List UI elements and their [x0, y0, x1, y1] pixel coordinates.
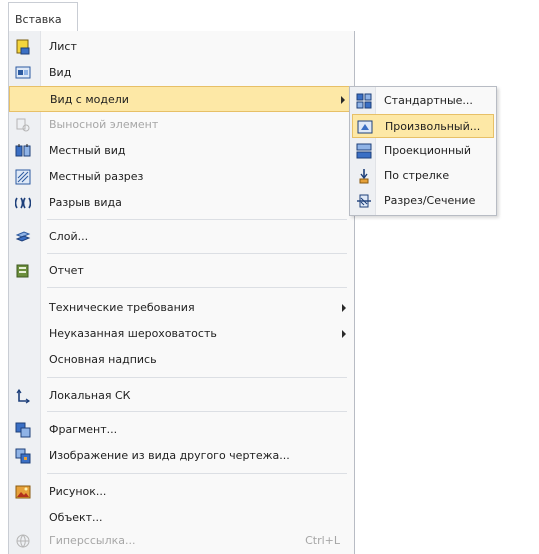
menu-item-view[interactable]: Вид	[9, 60, 354, 86]
submenu-item-label: Стандартные...	[384, 94, 473, 107]
image-from-view-icon	[15, 448, 31, 464]
local-section-icon	[15, 169, 31, 185]
section-view-icon	[356, 193, 372, 209]
view-break-icon	[15, 195, 31, 211]
arrow-view-icon	[356, 168, 372, 184]
menu-item-label: Неуказанная шероховатость	[49, 327, 217, 340]
menu-item-hyperlink[interactable]: Гиперссылка... Ctrl+L	[9, 528, 354, 554]
local-cs-icon	[15, 388, 31, 404]
menu-separator	[47, 377, 347, 378]
menu-item-label: Объект...	[49, 511, 103, 524]
menu-tab-insert[interactable]: Вставка	[8, 2, 78, 32]
submenu-item-projection[interactable]: Проекционный	[352, 139, 494, 163]
menu-item-image-from-other-drawing[interactable]: Изображение из вида другого чертежа...	[9, 443, 354, 469]
menu-item-label: Вид с модели	[50, 93, 129, 106]
submenu-item-standard[interactable]: Стандартные...	[352, 89, 494, 113]
menu-item-label: Гиперссылка...	[49, 534, 136, 547]
menu-item-unspecified-roughness[interactable]: Неуказанная шероховатость	[9, 321, 354, 347]
submenu-item-label: По стрелке	[384, 169, 450, 182]
menu-item-label: Локальная СК	[49, 389, 131, 402]
menu-item-label: Слой...	[49, 230, 89, 243]
submenu-item-label: Разрез/Сечение	[384, 194, 476, 207]
menu-item-technical-requirements[interactable]: Технические требования	[9, 295, 354, 321]
menu-item-fragment[interactable]: Фрагмент...	[9, 417, 354, 443]
menu-item-label: Изображение из вида другого чертежа...	[49, 449, 290, 462]
menu-item-label: Основная надпись	[49, 353, 157, 366]
menu-separator	[47, 219, 347, 220]
menu-item-label: Отчет	[49, 264, 84, 277]
menu-item-label: Рисунок...	[49, 485, 107, 498]
menu-item-title-block[interactable]: Основная надпись	[9, 347, 354, 373]
submenu-arrow-icon	[341, 96, 345, 104]
report-icon	[15, 263, 31, 279]
insert-menu: Лист Вид Вид с модели Выносной элемент М…	[8, 31, 355, 554]
menu-item-label: Технические требования	[49, 301, 195, 314]
submenu-arrow-icon	[342, 330, 346, 338]
menu-separator	[47, 287, 347, 288]
menu-item-label: Вид	[49, 66, 72, 79]
picture-icon	[15, 484, 31, 500]
submenu-item-arbitrary[interactable]: Произвольный...	[352, 114, 494, 138]
submenu-item-section[interactable]: Разрез/Сечение	[352, 189, 494, 213]
menu-item-shortcut: Ctrl+L	[305, 534, 340, 547]
projection-view-icon	[356, 143, 372, 159]
menu-item-label: Местный вид	[49, 144, 126, 157]
menu-item-label: Разрыв вида	[49, 196, 122, 209]
hyperlink-icon	[15, 533, 31, 549]
submenu-item-label: Проекционный	[384, 144, 471, 157]
arbitrary-view-icon	[357, 119, 373, 135]
local-view-icon	[15, 143, 31, 159]
standard-views-icon	[356, 93, 372, 109]
view-from-model-submenu: Стандартные... Произвольный... Проекцион…	[349, 86, 497, 216]
menu-item-label: Фрагмент...	[49, 423, 118, 436]
menu-tab-insert-label: Вставка	[15, 13, 62, 26]
menu-separator	[47, 253, 347, 254]
menu-item-view-break[interactable]: Разрыв вида	[9, 190, 354, 216]
sheet-icon	[15, 39, 31, 55]
menu-item-label: Лист	[49, 40, 77, 53]
submenu-item-label: Произвольный...	[385, 120, 481, 133]
view-icon	[15, 65, 31, 81]
menu-item-view-from-model[interactable]: Вид с модели	[9, 86, 354, 112]
menu-item-layer[interactable]: Слой...	[9, 224, 354, 250]
menu-item-local-section[interactable]: Местный разрез	[9, 164, 354, 190]
menu-item-local-cs[interactable]: Локальная СК	[9, 383, 354, 409]
submenu-item-by-arrow[interactable]: По стрелке	[352, 164, 494, 188]
menu-item-detail-element[interactable]: Выносной элемент	[9, 112, 354, 138]
menu-item-report[interactable]: Отчет	[9, 258, 354, 284]
menu-separator	[47, 411, 347, 412]
detail-element-icon	[15, 117, 31, 133]
menu-item-picture[interactable]: Рисунок...	[9, 479, 354, 505]
menu-item-label: Выносной элемент	[49, 118, 159, 131]
submenu-arrow-icon	[342, 304, 346, 312]
layer-icon	[15, 229, 31, 245]
menu-item-label: Местный разрез	[49, 170, 144, 183]
menu-separator	[47, 473, 347, 474]
menu-item-sheet[interactable]: Лист	[9, 34, 354, 60]
fragment-icon	[15, 422, 31, 438]
menu-item-local-view[interactable]: Местный вид	[9, 138, 354, 164]
